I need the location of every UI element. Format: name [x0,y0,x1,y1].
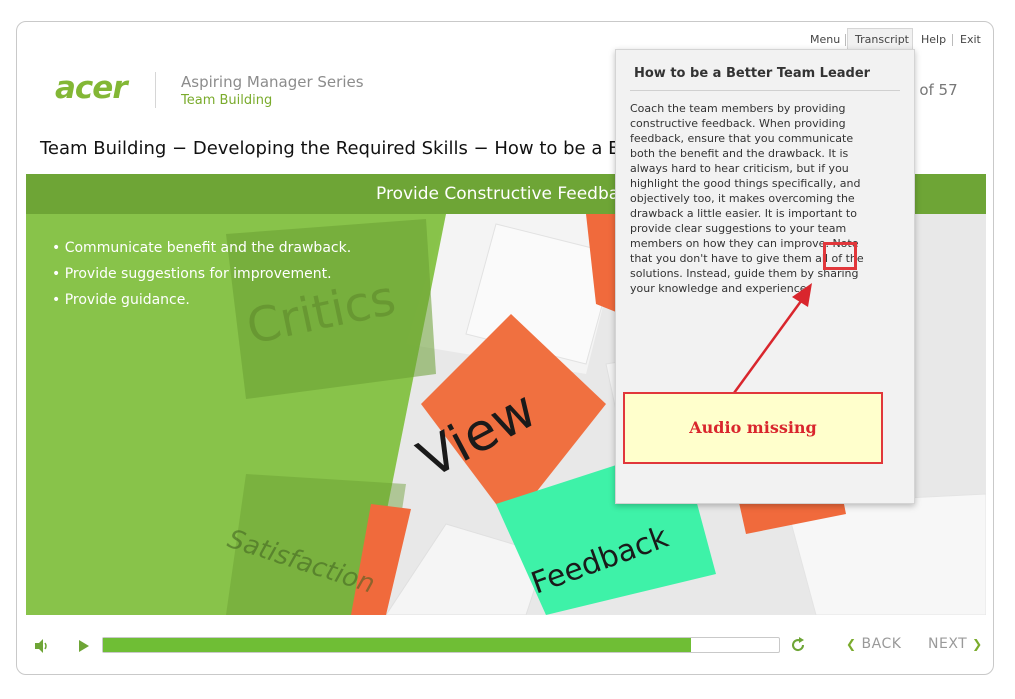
chevron-left-icon: ❮ [846,637,857,651]
highlight-box [823,242,857,270]
annotation-box: Audio missing [623,392,883,464]
course-title: Team Building [181,93,273,108]
replay-icon[interactable] [790,637,806,653]
back-label: BACK [861,636,902,652]
acer-logo: acer [55,70,128,106]
play-icon[interactable] [78,639,90,653]
menu-link[interactable]: Menu [810,30,840,50]
help-link[interactable]: Help [921,30,946,50]
header-divider [155,72,156,108]
transcript-title: How to be a Better Team Leader [634,66,871,81]
bullet-list: Communicate benefit and the drawback. Pr… [52,240,351,318]
bullet-item: Provide guidance. [52,292,351,308]
player-controls: ❮ BACK NEXT ❯ [26,630,986,662]
slide-heading: Team Building − Developing the Required … [40,138,657,159]
annotation-label: Audio missing [689,418,817,437]
series-title: Aspiring Manager Series [181,73,364,91]
menu-separator [845,34,846,46]
next-label: NEXT [928,636,968,652]
page-total: of 57 [919,81,958,99]
slide-bar-title: Provide Constructive Feedba [376,184,620,204]
progress-bar[interactable] [102,637,780,653]
progress-fill [103,638,691,652]
annotation-arrow [732,283,812,394]
bullet-item: Communicate benefit and the drawback. [52,240,351,256]
bullet-item: Provide suggestions for improvement. [52,266,351,282]
transcript-link[interactable]: Transcript [855,30,909,50]
volume-icon[interactable] [34,638,50,654]
next-button[interactable]: NEXT ❯ [928,636,983,652]
chevron-right-icon: ❯ [972,637,983,651]
exit-link[interactable]: Exit [960,30,981,50]
transcript-divider [630,90,900,91]
menu-separator [952,34,953,46]
back-button[interactable]: ❮ BACK [846,636,901,652]
